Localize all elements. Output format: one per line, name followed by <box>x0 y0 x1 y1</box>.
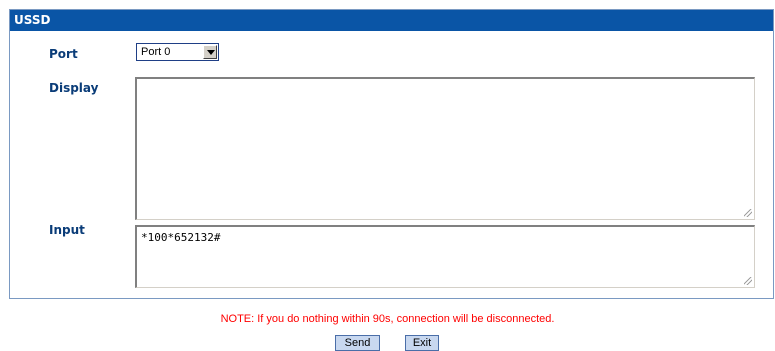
input-text: *100*652132# <box>141 231 221 244</box>
port-select[interactable]: Port 0 <box>136 43 219 61</box>
input-label: Input <box>49 223 85 237</box>
exit-button[interactable]: Exit <box>405 335 439 351</box>
resize-grip-icon[interactable] <box>744 277 752 285</box>
panel-title: USSD <box>10 10 773 31</box>
disconnect-note: NOTE: If you do nothing within 90s, conn… <box>220 313 555 325</box>
resize-grip-icon[interactable] <box>744 209 752 217</box>
port-select-value: Port 0 <box>141 46 171 58</box>
port-label: Port <box>49 47 78 61</box>
input-textarea[interactable]: *100*652132# <box>135 225 755 288</box>
ussd-panel: USSD Port Port 0 Display Input *100*6521… <box>9 9 774 299</box>
dropdown-arrow-icon[interactable] <box>203 45 217 59</box>
display-label: Display <box>49 81 99 95</box>
send-button[interactable]: Send <box>335 335 380 351</box>
display-textarea[interactable] <box>135 77 755 220</box>
